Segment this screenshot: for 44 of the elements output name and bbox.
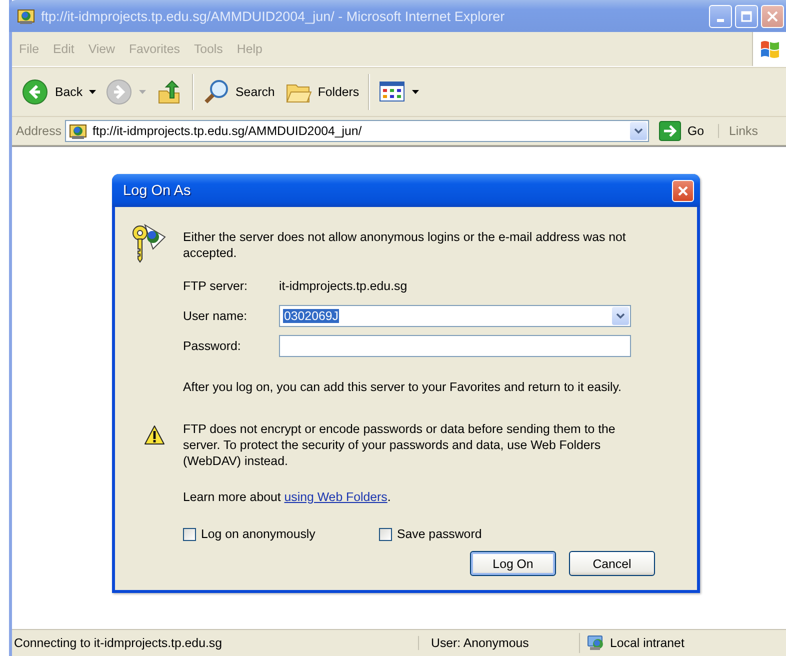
key-icon: [131, 221, 167, 263]
caret-icon: [412, 90, 420, 94]
info-text: After you log on, you can add this server to your Favorites and return to it easily.: [183, 379, 622, 395]
ftp-folder-icon: [17, 7, 35, 25]
chevron-down-icon: [616, 313, 625, 319]
user-status: User: Anonymous: [418, 636, 579, 650]
error-message: Either the server does not allow anonymous logins or the e-mail address was not accepted.: [183, 229, 627, 261]
warning-icon: [144, 425, 164, 445]
go-button[interactable]: Go: [653, 119, 710, 143]
caret-icon: [88, 90, 96, 94]
status-text: Connecting to it-idmprojects.tp.edu.sg: [13, 636, 223, 650]
folders-button[interactable]: Folders: [280, 76, 364, 108]
links-label[interactable]: Links: [718, 124, 758, 138]
caret-icon: [138, 90, 146, 94]
server-name: it-idmprojects.tp.edu.sg: [279, 279, 408, 293]
address-label: Address: [16, 124, 62, 138]
learn-more-text: Learn more about using Web Folders.: [183, 489, 392, 505]
ftp-folder-icon: [69, 122, 88, 140]
globe-computer-icon: [586, 634, 606, 652]
web-folders-link[interactable]: using Web Folders: [284, 490, 388, 504]
address-field[interactable]: ftp://it-idmprojects.tp.edu.sg/AMMDUID2004_jun/: [65, 120, 650, 142]
window-title: ftp://it-idmprojects.tp.edu.sg/AMMDUID2004_jun/ - Microsoft Internet Explorer: [41, 8, 506, 24]
user-name-field[interactable]: 0302069J: [279, 305, 631, 327]
back-button[interactable]: Back: [17, 76, 101, 108]
checkbox[interactable]: Save password: [379, 527, 575, 541]
zone-text: Local intranet: [610, 636, 684, 650]
search-button[interactable]: Search: [198, 76, 280, 108]
field-label: User name:: [183, 309, 248, 323]
windows-flag-icon: [759, 39, 781, 59]
maximize-icon: [741, 10, 752, 22]
password-field[interactable]: [279, 335, 631, 357]
field-label: Password:: [183, 339, 242, 353]
search-icon: [202, 78, 230, 106]
dialog-button[interactable]: Cancel: [569, 551, 655, 576]
minimize-icon: [717, 18, 724, 22]
warning-text: FTP does not encrypt or encode passwords or data before sending them to the server. To protect the security of your passwords and data, use Web Folders (WebDAV) instead.: [183, 421, 616, 469]
field-label: FTP server:: [183, 279, 248, 293]
checkbox[interactable]: Log on anonymously: [183, 527, 379, 541]
dialog-title: Log On As: [123, 182, 191, 198]
close-icon: [767, 10, 778, 22]
chevron-down-icon: [634, 128, 644, 134]
close-button[interactable]: [672, 180, 694, 202]
dialog-button[interactable]: Log On: [470, 551, 556, 576]
close-icon: [677, 184, 689, 196]
